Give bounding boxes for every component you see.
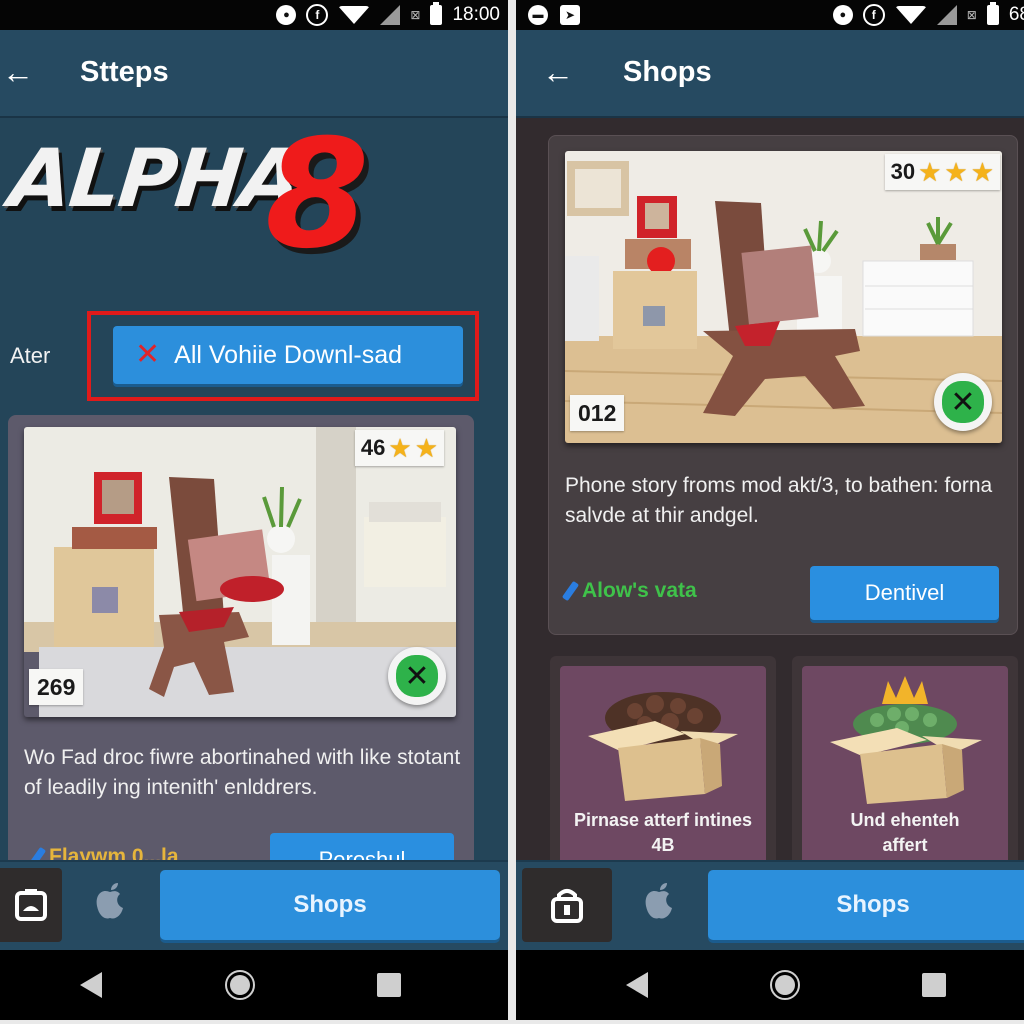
app-bar: ← Shops [516, 30, 1024, 118]
notification-icon: ● [276, 5, 297, 25]
logo-number: 8 [265, 108, 370, 282]
item-description: Phone story froms mod akt/3, to bathen: … [565, 474, 993, 527]
lock-icon [551, 889, 583, 923]
status-time: 68 [1008, 4, 1024, 25]
no-sim-icon: ⊠ [410, 8, 421, 22]
lock-button[interactable] [522, 868, 612, 942]
close-icon: ✕ [135, 338, 161, 371]
card-action-button[interactable]: Dentivel [810, 566, 999, 620]
box-with-crown-image [830, 676, 982, 804]
pencil-icon [561, 580, 580, 602]
status-bar: ● f ⊠ 18:00 [0, 0, 508, 30]
camera-icon [15, 889, 47, 921]
back-arrow-icon[interactable]: ← [2, 54, 34, 90]
remove-item-button[interactable]: ✕ [934, 373, 992, 431]
page-title: Stteps [80, 56, 169, 88]
rating-badge: 30 ★ ★ ★ [884, 154, 1000, 190]
star-icon: ★ [918, 157, 942, 187]
nav-home-icon[interactable] [225, 970, 255, 1000]
shop-tile[interactable]: Pirnase atterf intines 4B [550, 656, 776, 886]
star-icon: ★ [944, 157, 968, 187]
item-id-badge: 012 [570, 395, 625, 431]
camera-button[interactable] [0, 868, 62, 942]
wifi-icon [338, 6, 371, 24]
shops-button[interactable]: Shops [708, 870, 1024, 940]
meta-link-label: Alow's vata [582, 579, 697, 602]
nav-back-icon[interactable] [80, 972, 102, 998]
box-of-beans-image [588, 692, 738, 801]
shops-button[interactable]: Shops [160, 870, 500, 940]
right-phone-screen: ▬ ➤ ● f ⊠ 68 ← Shops [516, 0, 1024, 1020]
close-icon: ✕ [396, 655, 438, 697]
shop-tile-label: Und ehenteh affert [802, 808, 1008, 858]
tile-label-line-2: affert [882, 835, 928, 855]
rating-value: 46 [360, 435, 386, 460]
cursor-app-icon: ➤ [560, 5, 580, 25]
battery-icon [986, 2, 999, 25]
signal-icon [936, 5, 957, 25]
nav-recents-icon[interactable] [922, 973, 946, 997]
apple-icon [96, 883, 123, 919]
close-icon: ✕ [942, 381, 984, 423]
rating-value: 30 [890, 159, 916, 184]
status-time: 18:00 [452, 4, 500, 25]
status-bar: ▬ ➤ ● f ⊠ 68 [516, 0, 1024, 30]
system-nav-bar [0, 950, 508, 1020]
tile-label-line-1: Und ehenteh [850, 810, 960, 830]
product-card: 30 ★ ★ ★ 012 ✕ Phone story froms mod akt… [548, 135, 1018, 635]
nav-back-icon[interactable] [626, 972, 648, 998]
alpha-8-logo: ALPHA 8 [5, 120, 390, 276]
bottom-bar: Shops [516, 860, 1024, 950]
star-icon: ★ [414, 433, 438, 463]
shop-tile-label: Pirnase atterf intines 4B [560, 808, 766, 858]
message-notification-icon: ▬ [528, 5, 548, 25]
logo-word: ALPHA [5, 132, 306, 225]
app-notification-icon: f [306, 4, 329, 26]
shop-tile-content: Pirnase atterf intines 4B [560, 666, 766, 886]
remove-item-button[interactable]: ✕ [388, 647, 446, 705]
tile-label-line-1: Pirnase atterf intines [573, 810, 753, 830]
no-sim-icon: ⊠ [966, 8, 977, 22]
item-id-badge: 269 [29, 669, 84, 705]
product-card: 46 ★ ★ 269 ✕ Wo Fad droc fiwre abortinah… [8, 415, 474, 885]
star-icon: ★ [970, 157, 994, 187]
signal-icon [380, 5, 401, 25]
page-title: Shops [623, 56, 712, 88]
item-description: Wo Fad droc fiwre abortinahed with like … [24, 746, 461, 799]
app-bar: ← Stteps [0, 30, 508, 118]
download-all-button[interactable]: ✕ All Vohiie Downl-sad [113, 326, 463, 384]
system-nav-bar [516, 950, 1024, 1020]
apple-icon [645, 883, 672, 919]
bottom-bar: Shops [0, 860, 508, 950]
shop-tile-content: Und ehenteh affert [802, 666, 1008, 886]
product-photo[interactable]: 30 ★ ★ ★ 012 ✕ [565, 151, 1002, 443]
back-arrow-icon[interactable]: ← [542, 54, 574, 90]
tile-label-line-2: 4B [651, 835, 675, 855]
rating-badge: 46 ★ ★ [354, 430, 444, 466]
shop-tile[interactable]: Und ehenteh affert [792, 656, 1018, 886]
left-phone-screen: ● f ⊠ 18:00 ← Stteps ALPHA 8 Ater ✕ All … [0, 0, 508, 1020]
notification-icon: ● [832, 5, 853, 25]
product-photo[interactable]: 46 ★ ★ 269 ✕ [24, 427, 456, 717]
nav-home-icon[interactable] [770, 970, 800, 1000]
download-all-label: All Vohiie Downl-sad [174, 340, 403, 369]
nav-recents-icon[interactable] [377, 973, 401, 997]
meta-link[interactable]: Alow's vata [561, 579, 697, 603]
star-icon: ★ [388, 433, 412, 463]
battery-icon [430, 2, 443, 25]
filter-label: Ater [10, 343, 51, 368]
wifi-icon [894, 6, 927, 24]
app-notification-icon: f [862, 4, 885, 26]
